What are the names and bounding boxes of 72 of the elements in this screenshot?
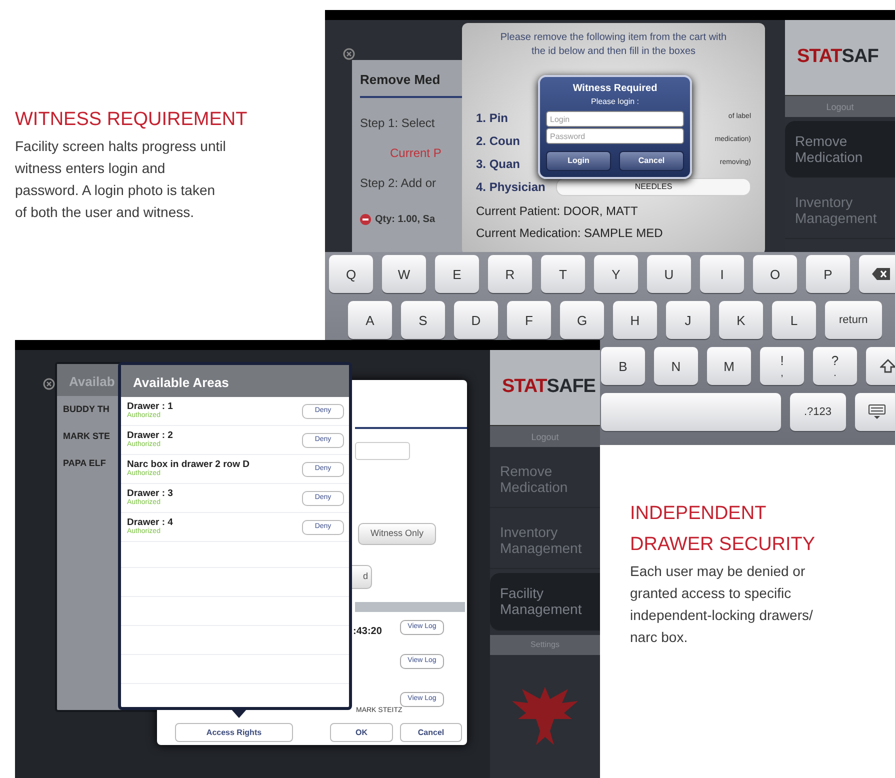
- time-text: :43:20: [353, 625, 382, 639]
- logo: STATSAFE: [490, 350, 600, 425]
- keyboard-key[interactable]: H: [613, 301, 657, 339]
- section-description: Each user may be denied or granted access to specific independent-locking drawers/ narc box.: [630, 562, 814, 647]
- keyboard-key[interactable]: B: [601, 347, 645, 385]
- keyboard-key[interactable]: K: [719, 301, 763, 339]
- keyboard-key[interactable]: R: [488, 255, 532, 293]
- login-field[interactable]: Login: [546, 111, 684, 127]
- warning-text: Current P: [389, 144, 442, 162]
- step-label: Step 2: Add or: [360, 174, 438, 192]
- keyboard-key[interactable]: M: [707, 347, 751, 385]
- field-label: 2. Coun: [476, 132, 521, 150]
- input-field[interactable]: [355, 442, 410, 460]
- step-label: Step 1: Select: [360, 114, 436, 132]
- item-text: Qty: 1.00, Sa: [375, 212, 436, 226]
- sidebar-item[interactable]: Remove Medication: [785, 121, 895, 178]
- witness-only-button[interactable]: Witness Only: [358, 523, 436, 545]
- field-label: 4. Physician: [476, 178, 546, 196]
- patient-text: Current Patient: DOOR, MATT: [476, 203, 639, 220]
- keyboard-key[interactable]: D: [454, 301, 498, 339]
- keyboard-key[interactable]: A: [348, 301, 392, 339]
- medication-text: Current Medication: SAMPLE MED: [476, 225, 664, 242]
- sidebar-item[interactable]: Facility Management: [490, 573, 600, 631]
- alert-subtitle: Please login :: [590, 96, 640, 108]
- section-heading: WITNESS REQUIREMENT: [15, 108, 248, 132]
- keyboard-icon: [868, 404, 886, 420]
- password-field[interactable]: Password: [546, 128, 684, 144]
- dialog-message: Please remove the following item from the cart with the id below and then fill in the boxes: [499, 31, 728, 58]
- input-field[interactable]: NEEDLES: [556, 178, 751, 196]
- backspace-icon: [872, 268, 890, 280]
- keyboard-key[interactable]: .?123: [790, 393, 846, 431]
- hide-key[interactable]: [854, 393, 895, 431]
- area-name: Narc box in drawer 2 row D: [127, 460, 250, 470]
- keyboard-key[interactable]: U: [647, 255, 691, 293]
- section-description: Facility screen halts progress until witness enters login and password. A login photo is taken of both the user and witness.: [15, 137, 227, 222]
- keyboard-key[interactable]: ! ,: [760, 347, 804, 385]
- keyboard-key[interactable]: W: [382, 255, 426, 293]
- keyboard-key[interactable]: Q: [329, 255, 373, 293]
- access-rights-button[interactable]: Access Rights: [175, 723, 293, 742]
- backspace-key[interactable]: [859, 255, 895, 293]
- area-name: Drawer : 4: [127, 518, 173, 528]
- keyboard-key[interactable]: E: [435, 255, 479, 293]
- section-heading: INDEPENDENT DRAWER SECURITY: [630, 502, 816, 557]
- keyboard-key[interactable]: P: [806, 255, 850, 293]
- field-label: 3. Quan: [476, 156, 522, 172]
- keyboard-key[interactable]: O: [753, 255, 797, 293]
- popover-title: Available Areas: [121, 365, 349, 397]
- ok-button[interactable]: OK: [330, 723, 393, 742]
- close-icon: [343, 48, 355, 60]
- cancel-button[interactable]: Cancel: [619, 151, 684, 171]
- keyboard-key[interactable]: L: [772, 301, 816, 339]
- keyboard-key[interactable]: ? .: [813, 347, 857, 385]
- shift-icon: [880, 359, 895, 373]
- keyboard-key[interactable]: F: [507, 301, 551, 339]
- cancel-button[interactable]: Cancel: [400, 723, 462, 742]
- close-icon: [43, 378, 55, 390]
- remove-icon: [360, 214, 371, 224]
- area-name: Drawer : 1: [127, 402, 173, 412]
- login-button[interactable]: Login: [546, 151, 611, 171]
- keyboard-key[interactable]: I: [700, 255, 744, 293]
- logo: STATSAF: [785, 20, 895, 95]
- alert-title: Witness Required: [572, 82, 658, 96]
- keyboard-key[interactable]: N: [654, 347, 698, 385]
- keyboard-key[interactable]: J: [666, 301, 710, 339]
- keyboard-key[interactable]: T: [541, 255, 585, 293]
- keyboard-key[interactable]: S: [401, 301, 445, 339]
- keyboard-key[interactable]: Y: [594, 255, 638, 293]
- keyboard-key[interactable]: return: [825, 301, 882, 339]
- area-name: Drawer : 2: [127, 430, 173, 441]
- field-label: 1. Pin: [476, 110, 510, 126]
- keyboard-key[interactable]: G: [560, 301, 604, 339]
- area-name: Drawer : 3: [127, 488, 173, 499]
